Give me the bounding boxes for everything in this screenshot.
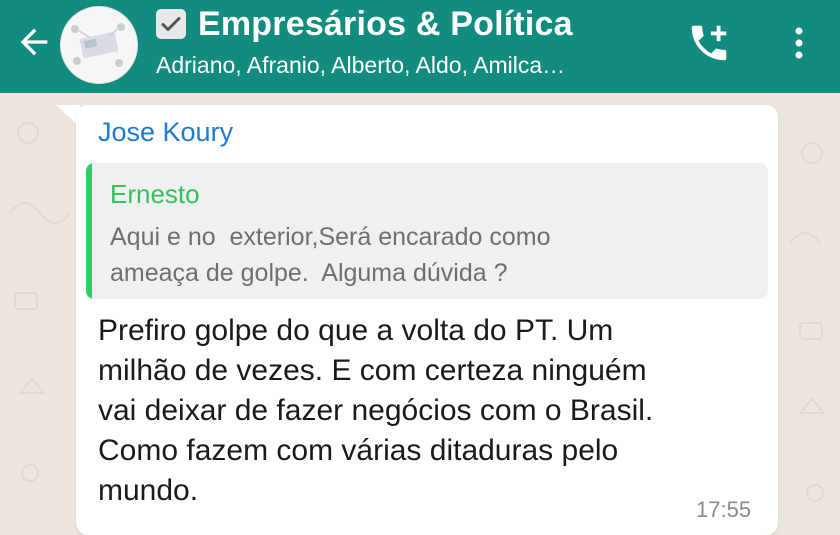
message-text: Prefiro golpe do que a volta do PT. Um m…	[98, 314, 654, 507]
more-options-button[interactable]	[782, 18, 816, 68]
message-timestamp: 17:55	[696, 497, 752, 522]
chat-title-row[interactable]: Empresários & Política	[156, 4, 573, 44]
quoted-message[interactable]: Ernesto Aqui e no exterior,Será encarado…	[86, 163, 768, 299]
arrow-left-icon	[20, 28, 48, 56]
add-call-icon	[691, 25, 727, 61]
quoted-author: Ernesto	[110, 179, 200, 209]
add-call-button[interactable]	[682, 18, 736, 68]
message-sender[interactable]: Jose Koury	[98, 117, 233, 148]
message-bubble[interactable]: Jose Koury Ernesto Aqui e no exterior,Se…	[76, 105, 778, 535]
more-vert-icon	[795, 27, 803, 59]
chat-title: Empresários & Política	[198, 4, 573, 43]
group-members[interactable]: Adriano, Afranio, Alberto, Aldo, Amilca…	[156, 52, 656, 79]
quote-accent-bar	[86, 163, 92, 299]
back-button[interactable]	[12, 20, 56, 64]
checkmark-icon	[156, 9, 186, 39]
group-photo-icon	[61, 7, 137, 83]
quoted-text: Aqui e no exterior,Será encarado como am…	[110, 223, 551, 287]
group-avatar[interactable]	[60, 6, 138, 84]
chat-header: Empresários & Política Adriano, Afranio,…	[0, 0, 840, 93]
